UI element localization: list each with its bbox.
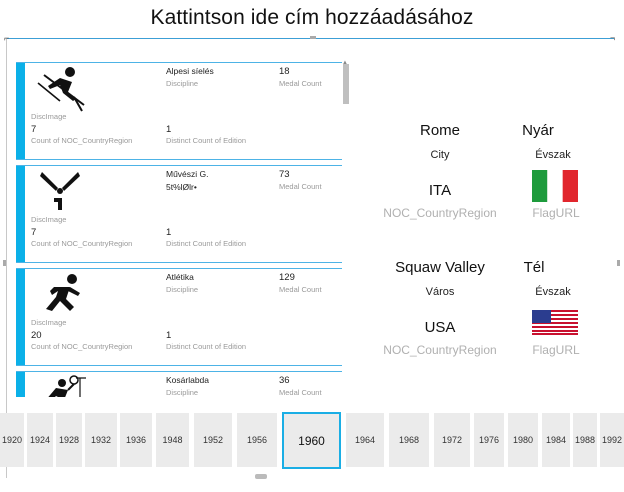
noc-count-value: 7 (31, 227, 37, 238)
year-item[interactable]: 1936 (120, 413, 152, 467)
city-label: Város (425, 286, 455, 298)
year-item[interactable]: 1980 (508, 413, 538, 467)
medal-count-value: 73 (279, 169, 290, 180)
year-item[interactable]: 1988 (573, 413, 597, 467)
discipline-label: 5t%lØlr• (166, 182, 197, 192)
page-title[interactable]: Kattintson ide cím hozzáadásához (0, 6, 624, 30)
noc-count-label: Count of NOC_CountryRegion (31, 342, 133, 351)
discipline-value: Alpesi síelés (166, 66, 214, 76)
edition-count-value: 1 (166, 124, 172, 135)
resize-handle-left[interactable] (3, 260, 6, 266)
frame-corner-tr: ¬ (610, 33, 616, 43)
medal-count-label: Medal Count (279, 79, 322, 88)
discipline-value: Kosárlabda (166, 375, 210, 385)
medal-count-label: Medal Count (279, 182, 322, 191)
medal-count-value: 18 (279, 66, 290, 77)
season-label: Évszak (535, 149, 571, 161)
resize-handle-right[interactable] (617, 260, 620, 266)
year-item[interactable]: 1928 (56, 413, 82, 467)
year-slicer[interactable]: 1920 1924 1928 1932 1936 1948 1952 1956 … (0, 412, 624, 469)
season-value: Tél (523, 259, 545, 276)
medal-count-value: 129 (279, 272, 295, 283)
basketball-icon (48, 375, 86, 397)
year-item[interactable]: 1920 (0, 413, 24, 467)
year-item[interactable]: 1952 (194, 413, 232, 467)
year-item[interactable]: 1968 (389, 413, 429, 467)
year-item[interactable]: 1956 (237, 413, 277, 467)
edition-count-label: Distinct Count of Edition (166, 342, 247, 351)
edition-count-label: Distinct Count of Edition (166, 239, 247, 248)
disc-image-label: DiscImage (31, 215, 67, 224)
year-item[interactable]: 1964 (346, 413, 384, 467)
medal-count-value: 36 (279, 375, 290, 386)
noc-value: USA (424, 319, 456, 336)
city-label: City (430, 149, 450, 161)
city-value: Rome (419, 122, 460, 139)
year-item[interactable]: 1972 (434, 413, 470, 467)
usa-flag-icon (532, 310, 578, 335)
gymnastics-icon (40, 172, 80, 210)
year-item[interactable]: 1948 (156, 413, 189, 467)
city-value: Squaw Valley (395, 259, 485, 276)
discipline-card[interactable]: DiscImage Alpesi síelés Discipline 18 Me… (16, 62, 342, 160)
noc-count-label: Count of NOC_CountryRegion (31, 239, 133, 248)
discipline-value: Atlétika (166, 272, 194, 282)
edition-count-value: 1 (166, 227, 172, 238)
noc-label: NOC_CountryRegion (383, 343, 497, 357)
discipline-label: Discipline (166, 388, 199, 397)
flag-url-label: FlagURL (532, 343, 580, 357)
disc-image-label: DiscImage (31, 318, 67, 327)
edition-count-label: Distinct Count of Edition (166, 136, 247, 145)
disc-image-label: DiscImage (31, 112, 67, 121)
visual-frame-left (6, 38, 7, 478)
season-label: Évszak (535, 286, 571, 298)
card-accent-bar (16, 269, 25, 365)
year-item[interactable]: 1976 (474, 413, 504, 467)
discipline-label: Discipline (166, 79, 199, 88)
alpine-skiing-icon (37, 67, 85, 112)
resize-handle-bottom[interactable] (255, 474, 267, 479)
discipline-card[interactable]: DiscImage Művészi G. 5t%lØlr• 73 Medal C… (16, 165, 342, 263)
year-item[interactable]: 1932 (85, 413, 117, 467)
discipline-card[interactable]: Kosárlabda Discipline 36 Medal Count (16, 371, 342, 397)
medal-count-label: Medal Count (279, 285, 322, 294)
card-list-scrollbar[interactable] (343, 64, 349, 104)
year-item[interactable]: 1924 (27, 413, 53, 467)
noc-label: NOC_CountryRegion (383, 206, 497, 220)
medal-count-label: Medal Count (279, 388, 322, 397)
noc-value: ITA (428, 182, 452, 199)
noc-count-value: 20 (31, 330, 42, 341)
discipline-card-list[interactable]: DiscImage Alpesi síelés Discipline 18 Me… (16, 62, 342, 397)
card-accent-bar (16, 63, 25, 159)
edition-count-value: 1 (166, 330, 172, 341)
noc-count-value: 7 (31, 124, 37, 135)
card-accent-bar (16, 166, 25, 262)
discipline-value: Művészi G. (166, 169, 209, 179)
season-value: Nyár (522, 122, 554, 139)
year-item-selected[interactable]: 1960 (282, 412, 341, 469)
discipline-label: Discipline (166, 285, 199, 294)
year-item[interactable]: 1992 (600, 413, 624, 467)
flag-url-label: FlagURL (532, 206, 580, 220)
noc-count-label: Count of NOC_CountryRegion (31, 136, 133, 145)
discipline-card[interactable]: DiscImage Atlétika Discipline 129 Medal … (16, 268, 342, 366)
resize-handle-top[interactable] (310, 36, 316, 39)
athletics-icon (46, 274, 80, 311)
italy-flag-icon (532, 170, 578, 202)
card-accent-bar (16, 372, 25, 397)
year-item[interactable]: 1984 (542, 413, 570, 467)
frame-corner-tl: ⌐ (4, 33, 10, 43)
